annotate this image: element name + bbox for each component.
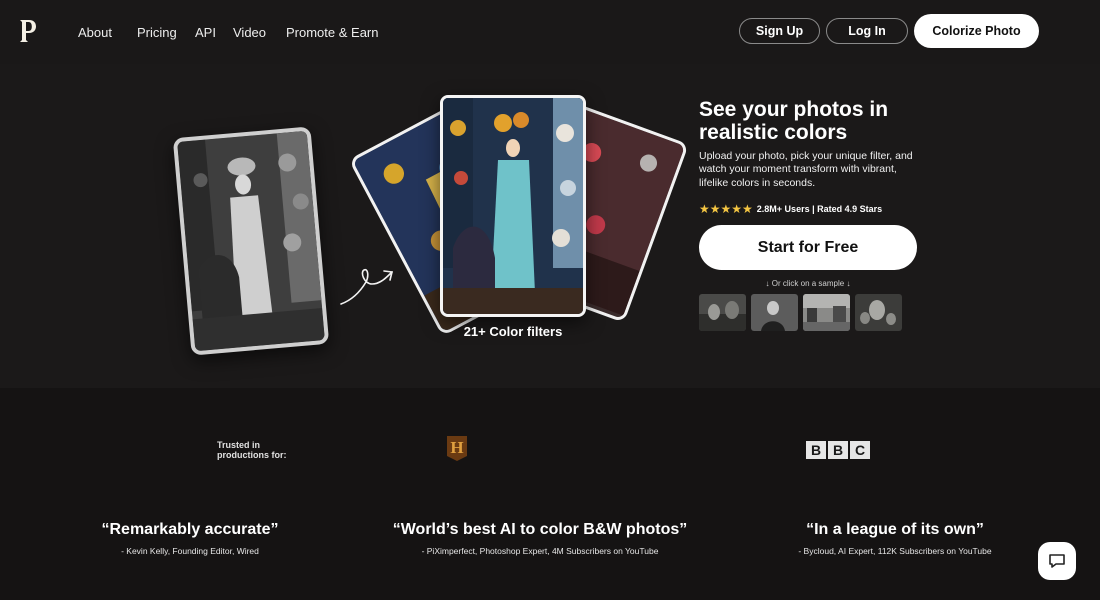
nav-about[interactable]: About bbox=[78, 25, 137, 40]
trusted-label: Trusted in productions for: bbox=[217, 440, 287, 460]
log-in-button[interactable]: Log In bbox=[826, 18, 908, 44]
nav-api[interactable]: API bbox=[195, 25, 233, 40]
testimonial-author: - Kevin Kelly, Founding Editor, Wired bbox=[121, 546, 259, 556]
testimonial: “World’s best AI to color B&W photos” - … bbox=[385, 521, 695, 556]
sample-photo-2[interactable] bbox=[751, 294, 798, 331]
bbc-letter: C bbox=[850, 441, 870, 459]
colorize-photo-button[interactable]: Colorize Photo bbox=[914, 14, 1039, 48]
testimonial: “In a league of its own” - Bycloud, AI E… bbox=[770, 521, 1020, 556]
sign-up-button[interactable]: Sign Up bbox=[739, 18, 820, 44]
bbc-letter: B bbox=[806, 441, 826, 459]
curly-arrow-icon bbox=[340, 268, 393, 305]
bbc-letter: B bbox=[828, 441, 848, 459]
rating-row: ★★★★★ 2.8M+ Users | Rated 4.9 Stars bbox=[699, 202, 882, 216]
nav-pricing[interactable]: Pricing bbox=[137, 25, 195, 40]
chat-bubble-icon bbox=[1049, 554, 1065, 568]
bw-photo-image bbox=[177, 130, 325, 352]
site-header: About Pricing API Video Promote & Earn S… bbox=[0, 0, 1100, 64]
hero-description: Upload your photo, pick your unique filt… bbox=[699, 150, 913, 189]
rating-text: 2.8M+ Users | Rated 4.9 Stars bbox=[756, 204, 883, 214]
color-filters-label: 21+ Color filters bbox=[463, 324, 563, 339]
testimonial-quote: “In a league of its own” bbox=[806, 521, 984, 538]
testimonial-quote: “Remarkably accurate” bbox=[101, 521, 279, 538]
testimonial-author: - Bycloud, AI Expert, 112K Subscribers o… bbox=[798, 546, 992, 556]
nav-video[interactable]: Video bbox=[233, 25, 286, 40]
hero-title: See your photos in realistic colors bbox=[699, 98, 889, 144]
nav-promote-earn[interactable]: Promote & Earn bbox=[286, 25, 379, 40]
bw-photo-card bbox=[172, 126, 330, 356]
sample-photos bbox=[699, 294, 902, 331]
main-nav: About Pricing API Video Promote & Earn bbox=[78, 25, 379, 40]
palette-logo-icon[interactable] bbox=[18, 18, 38, 44]
sample-photo-4[interactable] bbox=[855, 294, 902, 331]
start-for-free-button[interactable]: Start for Free bbox=[699, 225, 917, 270]
sample-photo-1[interactable] bbox=[699, 294, 746, 331]
bbc-logo-icon: B B C bbox=[806, 441, 870, 459]
star-rating-icon: ★★★★★ bbox=[699, 202, 753, 216]
colorized-photo-image bbox=[443, 98, 583, 314]
testimonial-author: - PiXimperfect, Photoshop Expert, 4M Sub… bbox=[421, 546, 659, 556]
testimonial-quote: “World’s best AI to color B&W photos” bbox=[392, 521, 688, 538]
svg-text:H: H bbox=[450, 438, 463, 457]
testimonial: “Remarkably accurate” - Kevin Kelly, Fou… bbox=[90, 521, 290, 556]
testimonials-section bbox=[0, 388, 1100, 600]
color-filter-card-main bbox=[440, 95, 586, 317]
sample-photo-3[interactable] bbox=[803, 294, 850, 331]
history-channel-logo-icon: H bbox=[447, 436, 467, 461]
sample-note: ↓ Or click on a sample ↓ bbox=[765, 279, 851, 288]
chat-support-button[interactable] bbox=[1038, 542, 1076, 580]
